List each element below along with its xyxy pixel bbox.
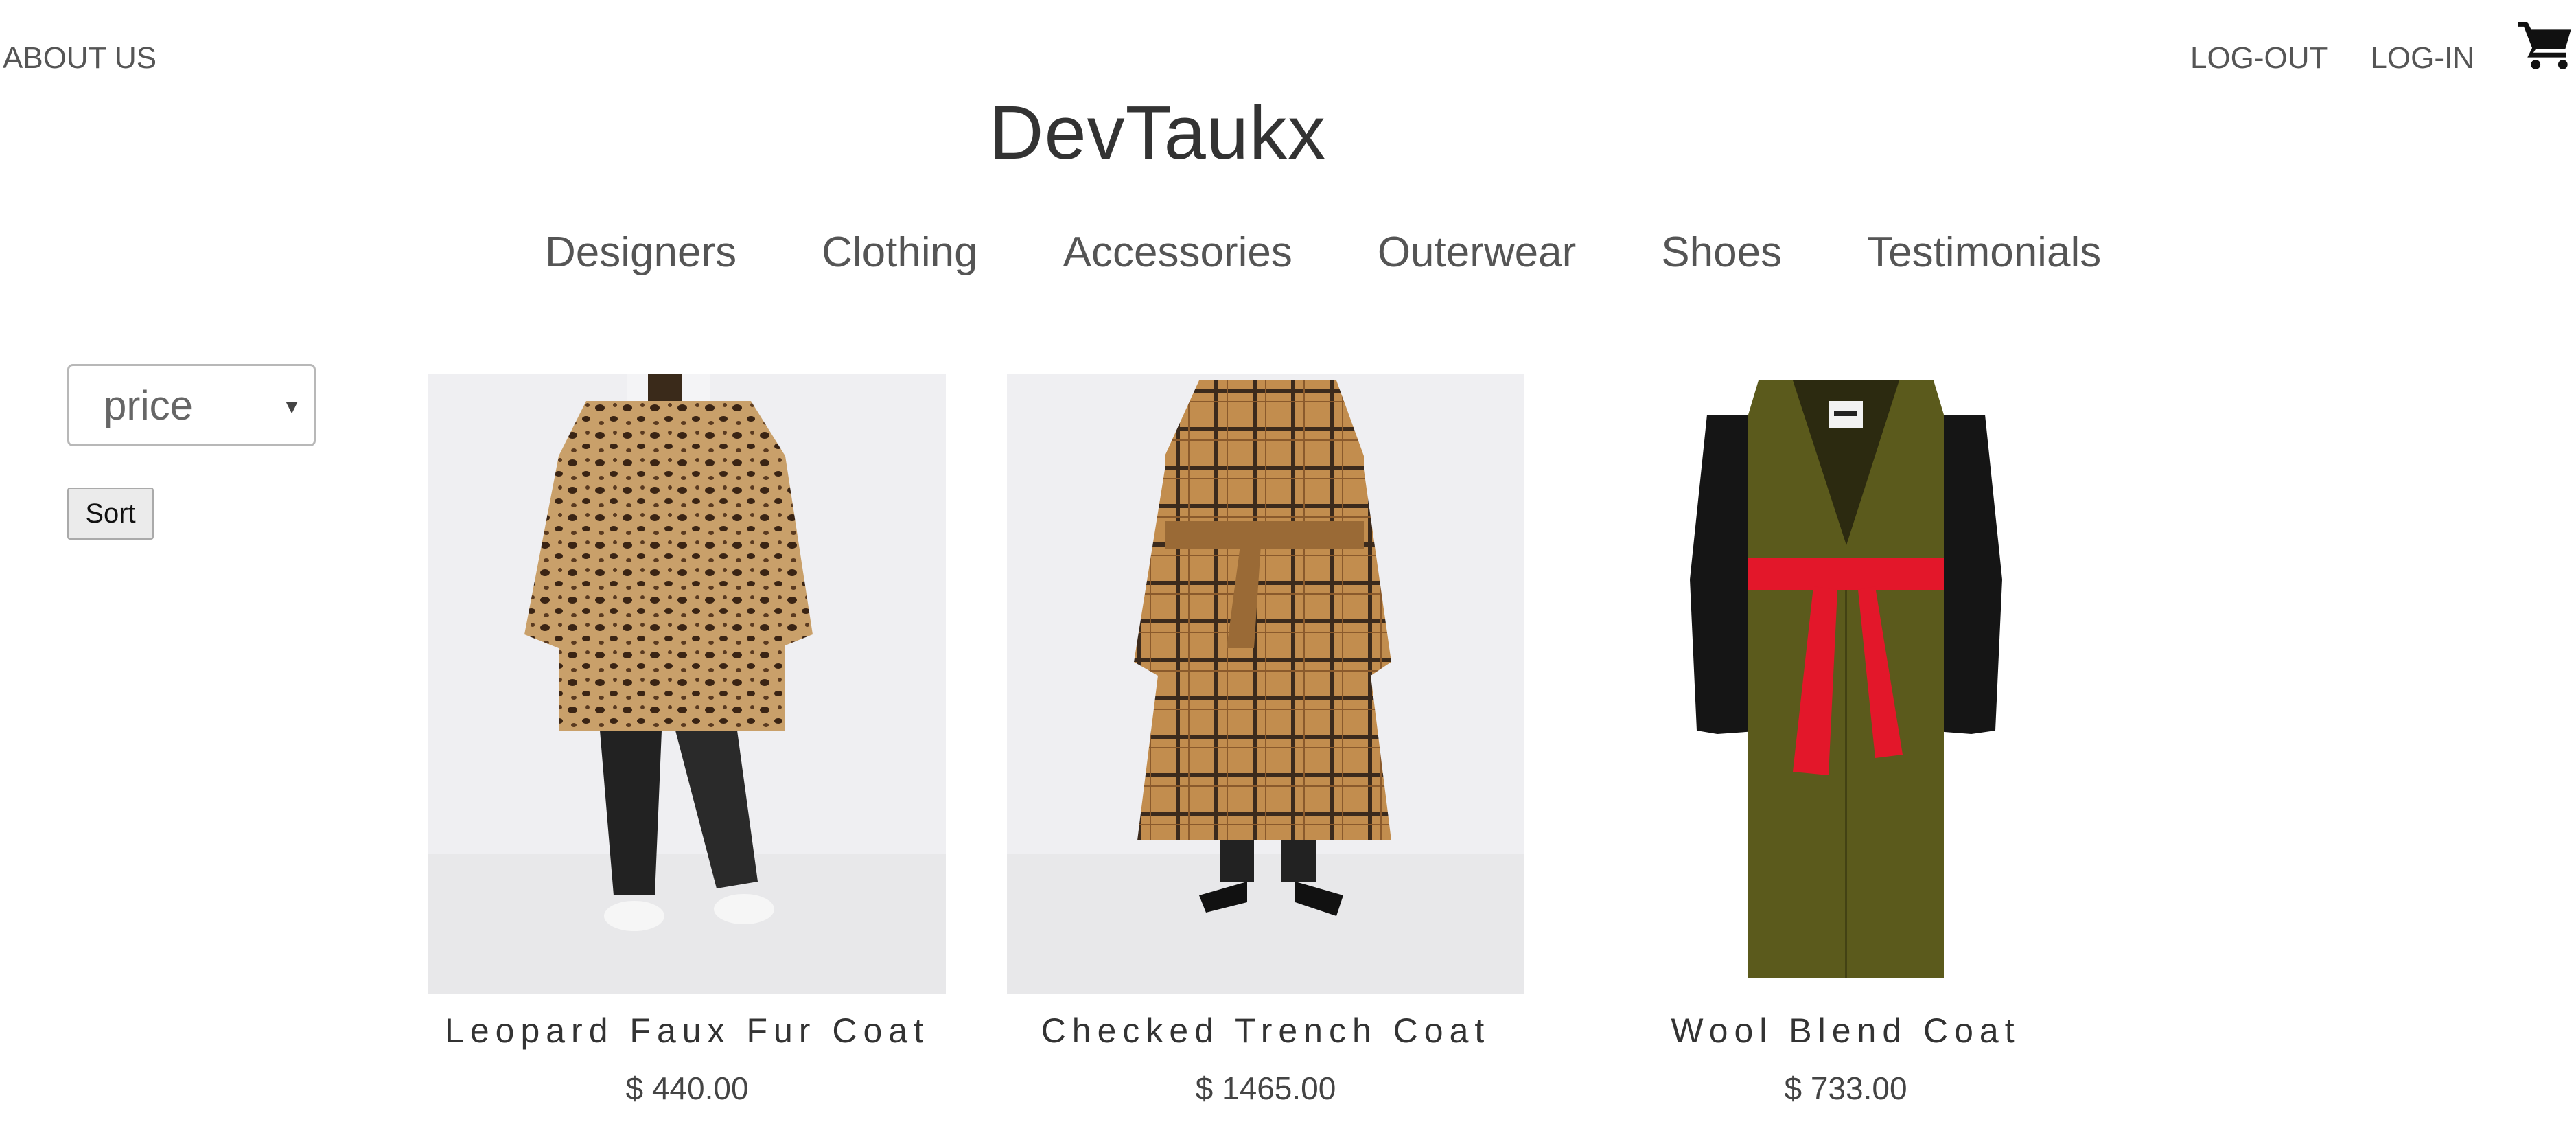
chevron-down-icon: ▼: [282, 396, 301, 417]
nav-item-outerwear[interactable]: Outerwear: [1378, 228, 1576, 277]
nav-item-designers[interactable]: Designers: [545, 228, 736, 277]
sort-select[interactable]: price ▼: [67, 364, 316, 446]
nav-item-clothing[interactable]: Clothing: [822, 228, 977, 277]
about-us-link[interactable]: ABOUT US: [3, 41, 156, 76]
product-image[interactable]: [428, 374, 946, 994]
product-image[interactable]: [1007, 374, 1524, 994]
product-card[interactable]: Leopard Faux Fur Coat $ 440.00: [428, 374, 946, 1107]
product-price: $ 733.00: [1784, 1070, 1907, 1106]
account-bar: LOG-OUT LOG-IN: [2190, 14, 2576, 96]
product-name[interactable]: Leopard Faux Fur Coat: [428, 1011, 946, 1051]
nav-item-testimonials[interactable]: Testimonials: [1867, 228, 2101, 277]
product-card[interactable]: Wool Blend Coat $ 733.00: [1587, 374, 2104, 1107]
nav-item-accessories[interactable]: Accessories: [1063, 228, 1292, 277]
product-price: $ 440.00: [625, 1070, 749, 1106]
product-name[interactable]: Checked Trench Coat: [1007, 1011, 1524, 1051]
product-image[interactable]: [1587, 374, 2104, 994]
sort-select-value: price: [104, 382, 194, 428]
product-price: $ 1465.00: [1195, 1070, 1336, 1106]
product-name[interactable]: Wool Blend Coat: [1587, 1011, 2104, 1051]
sort-button[interactable]: Sort: [67, 488, 154, 540]
brand-logo[interactable]: DevTaukx: [0, 89, 2576, 176]
nav-item-shoes[interactable]: Shoes: [1661, 228, 1782, 277]
brand-title: DevTaukx: [989, 91, 1326, 175]
shopping-cart-icon[interactable]: [2516, 14, 2575, 73]
main-nav: Designers Clothing Accessories Outerwear…: [545, 228, 2101, 277]
product-card[interactable]: Checked Trench Coat $ 1465.00: [1007, 374, 1524, 1107]
login-link[interactable]: LOG-IN: [2370, 41, 2474, 76]
page: ABOUT US LOG-OUT LOG-IN DevTaukx Designe…: [0, 0, 2576, 1124]
logout-link[interactable]: LOG-OUT: [2190, 41, 2328, 76]
